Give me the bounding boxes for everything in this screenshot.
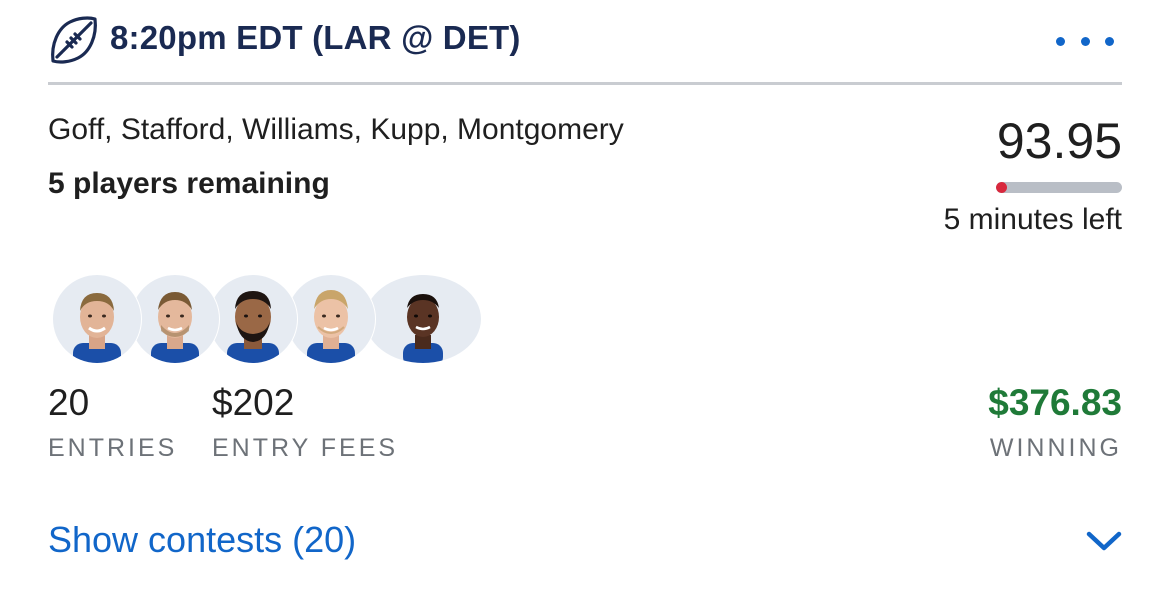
more-horizontal-icon-dot (1105, 36, 1114, 46)
player-avatar-williams[interactable] (208, 274, 298, 364)
player-avatar-kupp[interactable] (286, 274, 376, 364)
game-progress-bar (996, 182, 1122, 193)
lineup-score: 93.95 (996, 113, 1122, 169)
show-contests-link[interactable]: Show contests (20) (48, 519, 356, 561)
lineup-players: Goff, Stafford, Williams, Kupp, Montgome… (48, 113, 624, 146)
entries-count: 20 (48, 382, 90, 423)
slate-card: 8:20pm EDT (LAR @ DET) Goff, Stafford, W… (0, 0, 1170, 597)
winning-amount: $376.83 (988, 382, 1122, 423)
player-avatar-montgomery[interactable] (364, 274, 482, 364)
player-avatar-goff[interactable] (52, 274, 142, 364)
slate-title: 8:20pm EDT (LAR @ DET) (110, 19, 521, 56)
football-icon (51, 16, 97, 64)
entry-fees-label: ENTRY FEES (212, 434, 399, 462)
chevron-down-icon[interactable] (1084, 526, 1124, 556)
entry-fees-amount: $202 (212, 382, 295, 423)
game-progress-fill (996, 182, 1007, 193)
more-options-button[interactable] (1056, 32, 1114, 50)
winning-label: WINNING (989, 434, 1122, 462)
card-header: 8:20pm EDT (LAR @ DET) (48, 14, 1122, 85)
more-horizontal-icon-dot (1056, 36, 1065, 46)
more-horizontal-icon-dot (1080, 36, 1090, 46)
player-avatar-stafford[interactable] (130, 274, 220, 364)
entries-label: ENTRIES (48, 434, 178, 462)
time-left: 5 minutes left (943, 203, 1122, 236)
players-remaining: 5 players remaining (48, 167, 330, 200)
